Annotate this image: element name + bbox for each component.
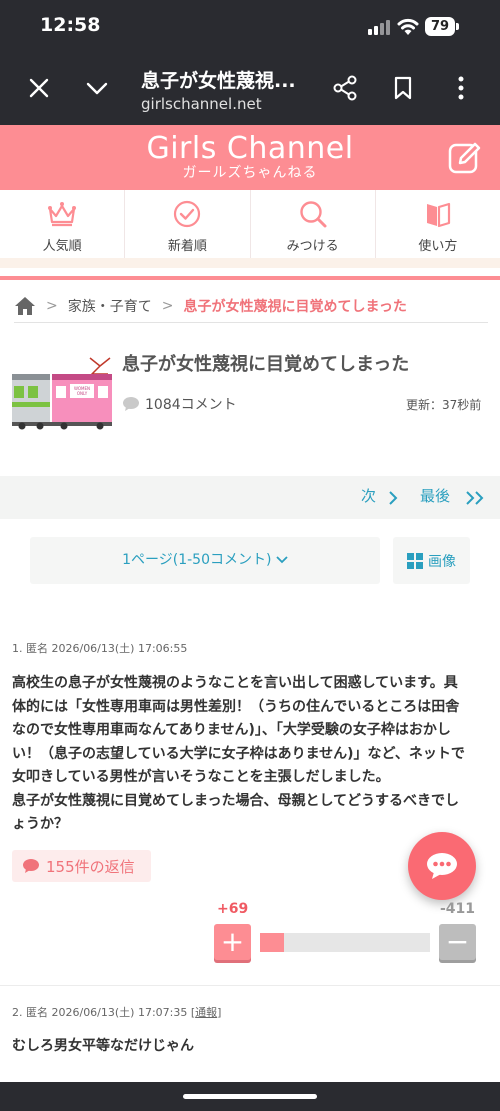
vote-ratio-bar: [260, 933, 430, 952]
comment-meta-text: 2. 匿名 2026/06/13(土) 17:07:35: [12, 1006, 188, 1019]
plus-vote-button[interactable]: +: [214, 924, 251, 960]
comment-body: むしろ男女平等なだけじゃん: [12, 1035, 488, 1059]
breadcrumb-category[interactable]: 家族・子育て: [68, 296, 152, 316]
signal-icon: [368, 19, 390, 35]
pager-bar: 次 最後: [0, 476, 500, 519]
battery-tip: [456, 23, 459, 30]
report-link-wrap: [通報]: [190, 1006, 222, 1019]
battery-indicator: 79: [425, 17, 455, 36]
breadcrumb: > 家族・子育て > 息子が女性蔑視に目覚めてしまった: [14, 290, 488, 323]
nav-item-howto[interactable]: 使い方: [376, 190, 500, 258]
comment-line: い！（息子の志望している大学に女子枠はありません)」など、ネットで: [12, 745, 465, 762]
site-header: Girls Channel ガールズちゃんねる: [0, 125, 500, 190]
grid-icon: [407, 552, 423, 569]
bookmark-icon: [394, 76, 412, 100]
main-nav: 人気順 新着順 みつける 使い方: [0, 190, 500, 258]
home-indicator-bar: [0, 1082, 500, 1111]
topic-thumbnail: WOMEN ONLY: [12, 357, 112, 430]
comment-count: 1084コメント: [122, 394, 237, 414]
breadcrumb-current: 息子が女性蔑視に目覚めてしまった: [183, 299, 407, 315]
breadcrumb-separator: >: [46, 298, 58, 314]
comment-line: 女叩きしている男性が言いそうなことを主張しだしました。: [12, 769, 390, 785]
compose-icon[interactable]: [448, 141, 482, 175]
comment-line: 体的には「女性専用車両は男性差別！（うちの住んでいるところは田舎: [12, 698, 460, 715]
share-button[interactable]: [327, 70, 363, 106]
nav-label: みつける: [286, 239, 339, 254]
last-page-link[interactable]: 最後: [420, 485, 450, 506]
close-button[interactable]: [21, 70, 57, 106]
comment-divider: [0, 985, 500, 986]
svg-text:ONLY: ONLY: [77, 391, 88, 396]
close-icon: [29, 78, 49, 98]
comment-meta: 1. 匿名 2026/06/13(土) 17:06:55: [12, 642, 188, 655]
replies-button[interactable]: 155件の返信: [12, 850, 151, 882]
comment-line: 息子が女性蔑視に目覚めてしまった場合、母親としてどうするべきでし: [12, 792, 460, 809]
speech-bubble-icon: [123, 397, 139, 411]
bookmark-button[interactable]: [385, 70, 421, 106]
updated-time: 更新：37秒前: [406, 398, 482, 412]
comment-line: むしろ男女平等なだけじゃん: [12, 1038, 194, 1054]
chevron-down-icon: [276, 556, 288, 564]
nav-label: 使い方: [418, 239, 458, 254]
comment-body: 高校生の息子が女性蔑視のようなことを言い出して困惑しています。具 体的には「女性…: [12, 672, 488, 837]
crown-icon: [48, 202, 77, 227]
comment-line: ょうか？: [12, 816, 68, 832]
home-icon[interactable]: [14, 296, 36, 316]
chevron-right-icon: [389, 491, 398, 505]
double-chevron-right-icon: [466, 491, 484, 505]
comment-count-text: 1084コメント: [145, 397, 237, 413]
browser-page-title: 息子が女性蔑視...: [141, 70, 296, 92]
page-select-label: 1ページ(1-50コメント): [122, 552, 272, 568]
book-icon: [426, 202, 450, 228]
breadcrumb-separator: >: [161, 298, 174, 314]
image-filter-button[interactable]: 画像: [393, 537, 470, 584]
vote-ratio-fill: [260, 933, 285, 952]
speech-bubble-icon: [23, 859, 39, 873]
share-icon: [333, 75, 357, 101]
comment-line: 高校生の息子が女性蔑視のようなことを言い出して困惑しています。具: [12, 675, 458, 691]
header-accent-line: [0, 276, 500, 280]
image-button-label: 画像: [428, 553, 456, 570]
comment-line: なので女性専用車両なんてありません)」、「大学受験の女子枠はおかし: [12, 722, 451, 738]
check-clock-icon: [174, 200, 201, 228]
browser-url[interactable]: girlschannel.net: [141, 95, 262, 113]
nav-label: 新着順: [167, 239, 207, 254]
site-logo-subtitle: ガールズちゃんねる: [182, 165, 318, 181]
report-link[interactable]: 通報: [195, 1006, 217, 1019]
comment-meta: 2. 匿名 2026/06/13(土) 17:07:35 [通報]: [12, 1004, 221, 1020]
chevron-down-icon: [86, 82, 108, 95]
nav-item-search[interactable]: みつける: [251, 190, 376, 258]
status-time: 12:58: [40, 14, 101, 36]
topic-title: 息子が女性蔑視に目覚めてしまった: [122, 354, 410, 375]
page-select-dropdown[interactable]: 1ページ(1-50コメント): [30, 537, 380, 584]
header-divider: [0, 258, 500, 268]
replies-count: 155件の返信: [46, 857, 135, 876]
browser-toolbar: 息子が女性蔑視... girlschannel.net: [0, 52, 500, 125]
nav-item-new[interactable]: 新着順: [125, 190, 251, 258]
chat-bubble-icon: [427, 853, 457, 879]
search-icon: [299, 201, 327, 228]
next-page-link[interactable]: 次: [361, 485, 376, 506]
nav-label: 人気順: [42, 239, 82, 254]
minus-vote-count: -411: [440, 901, 476, 917]
post-comment-button[interactable]: [408, 832, 476, 900]
collapse-button[interactable]: [79, 70, 115, 106]
more-vertical-icon: [458, 76, 464, 100]
status-bar: 12:58 79: [0, 0, 500, 52]
site-logo[interactable]: Girls Channel: [0, 131, 500, 166]
nav-item-popular[interactable]: 人気順: [0, 190, 126, 258]
wifi-icon: [397, 18, 419, 35]
minus-vote-button[interactable]: −: [439, 924, 476, 960]
more-button[interactable]: [443, 70, 479, 106]
plus-vote-count: +69: [217, 901, 249, 917]
